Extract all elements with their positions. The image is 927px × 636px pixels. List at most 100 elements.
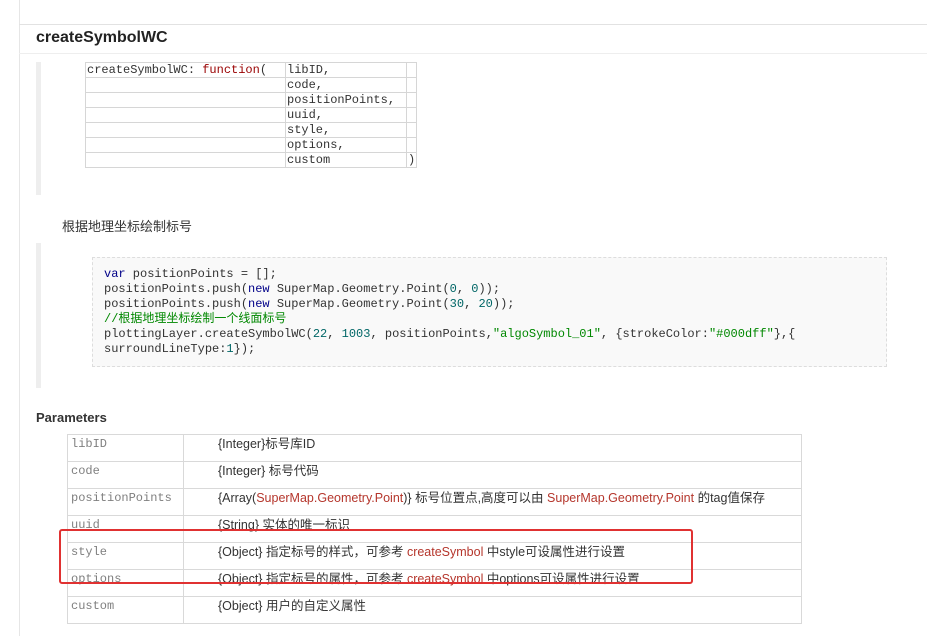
- code-token: ));: [492, 297, 515, 311]
- parameters-table: libID {Integer}标号库ID code {Integer} 标号代码 pos…: [67, 434, 802, 624]
- parameter-name: libID: [67, 434, 184, 462]
- code-token: , {strokeColor:: [600, 327, 709, 341]
- description-text: {Integer} 标号代码: [218, 464, 319, 478]
- method-title: createSymbolWC: [36, 29, 168, 46]
- code-line: surroundLineType:1});: [104, 342, 875, 357]
- signature-cell: [85, 122, 286, 138]
- signature-param: code,: [285, 77, 407, 93]
- signature-paren-close: ): [408, 153, 416, 167]
- code-token: 22: [312, 327, 328, 341]
- example-quote-bar: [36, 243, 41, 388]
- code-line: positionPoints.push(new SuperMap.Geometr…: [104, 297, 875, 312]
- parameter-row: custom {Object} 用户的自定义属性: [67, 596, 802, 624]
- signature-quote-bar: [36, 62, 41, 195]
- code-line: //根据地理坐标绘制一个线面标号: [104, 312, 875, 327]
- parameter-description: {Integer} 标号代码: [183, 461, 802, 489]
- signature-param: options,: [285, 137, 407, 153]
- parameter-name: code: [67, 461, 184, 489]
- code-token: 1003: [341, 327, 371, 341]
- code-token: });: [233, 342, 256, 356]
- signature-cell: [85, 77, 286, 93]
- description-text: 的tag值保存: [694, 491, 765, 505]
- description-text: {Object} 指定标号的属性，可参考: [218, 572, 407, 586]
- signature-row: uuid,: [85, 107, 418, 123]
- code-token: ));: [478, 282, 501, 296]
- code-token: positionPoints.push(: [104, 297, 249, 311]
- code-token: , positionPoints,: [370, 327, 493, 341]
- code-token: positionPoints.push(: [104, 282, 249, 296]
- signature-cell: [85, 107, 286, 123]
- parameter-name: options: [67, 569, 184, 597]
- signature-row: options,: [85, 137, 418, 153]
- signature-method-name: createSymbolWC:: [87, 63, 203, 77]
- code-example-block: var positionPoints = []; positionPoints.p…: [92, 257, 887, 367]
- description-text: 中options可设属性进行设置: [483, 572, 640, 586]
- code-token: positionPoints = [];: [125, 267, 277, 281]
- signature-cell: createSymbolWC: function(: [85, 62, 286, 78]
- type-link[interactable]: createSymbol: [407, 572, 483, 586]
- type-link[interactable]: createSymbol: [407, 545, 483, 559]
- parameter-description: {String} 实体的唯一标识: [183, 515, 802, 543]
- signature-cell: [85, 92, 286, 108]
- signature-cell: [405, 122, 418, 138]
- parameter-description: {Object} 用户的自定义属性: [183, 596, 802, 624]
- code-token: 20: [478, 297, 493, 311]
- code-token: new: [248, 282, 270, 296]
- parameter-row: options {Object} 指定标号的属性，可参考 createSymbol…: [67, 569, 802, 597]
- signature-row: createSymbolWC: function(libID,: [85, 62, 418, 78]
- code-token: var: [104, 267, 126, 281]
- signature-param: style,: [285, 122, 407, 138]
- signature-cell: [405, 77, 418, 93]
- signature-cell: [405, 107, 418, 123]
- parameter-row: positionPoints {Array(SuperMap.Geometry.P…: [67, 488, 802, 516]
- content-left-border: [19, 0, 20, 636]
- description-text: {Integer}标号库ID: [218, 437, 316, 451]
- code-token: "#000dff": [708, 327, 774, 341]
- signature-paren-open: (: [259, 63, 268, 77]
- signature-cell: [85, 152, 286, 168]
- parameter-name: custom: [67, 596, 184, 624]
- signature-param: uuid,: [285, 107, 407, 123]
- signature-keyword: function: [202, 63, 260, 77]
- type-link[interactable]: SuperMap.Geometry.Point: [256, 491, 403, 505]
- signature-table: createSymbolWC: function(libID, code, posi…: [85, 62, 418, 168]
- code-token: 0: [449, 282, 457, 296]
- signature-row: positionPoints,: [85, 92, 418, 108]
- description-text: )} 标号位置点,高度可以由: [403, 491, 548, 505]
- description-text: {Object} 用户的自定义属性: [218, 599, 366, 613]
- parameter-description: {Integer}标号库ID: [183, 434, 802, 462]
- code-token: SuperMap.Geometry.Point(: [269, 297, 450, 311]
- method-description: 根据地理坐标绘制标号: [62, 219, 193, 234]
- code-token: 1: [226, 342, 234, 356]
- parameter-name: positionPoints: [67, 488, 184, 516]
- signature-param: custom: [285, 152, 407, 168]
- description-text: {Array(: [218, 491, 257, 505]
- code-token: surroundLineType:: [104, 342, 227, 356]
- signature-row: custom): [85, 152, 418, 168]
- parameter-row: style {Object} 指定标号的样式，可参考 createSymbol 中…: [67, 542, 802, 570]
- signature-param: libID,: [285, 62, 407, 78]
- signature-cell: [85, 137, 286, 153]
- code-token: ,: [464, 297, 479, 311]
- code-token: //根据地理坐标绘制一个线面标号: [104, 312, 287, 326]
- parameter-description: {Array(SuperMap.Geometry.Point)} 标号位置点,高…: [183, 488, 802, 516]
- parameter-name: style: [67, 542, 184, 570]
- parameter-name: uuid: [67, 515, 184, 543]
- signature-row: code,: [85, 77, 418, 93]
- signature-cell: ): [405, 152, 418, 168]
- parameters-heading: Parameters: [36, 410, 107, 425]
- signature-cell: [405, 62, 418, 78]
- code-token: 30: [449, 297, 465, 311]
- code-line: positionPoints.push(new SuperMap.Geometr…: [104, 282, 875, 297]
- code-line: plottingLayer.createSymbolWC(22, 1003, p…: [104, 327, 875, 342]
- code-token: new: [248, 297, 270, 311]
- parameter-description: {Object} 指定标号的属性，可参考 createSymbol 中optio…: [183, 569, 802, 597]
- code-line: var positionPoints = [];: [104, 267, 875, 282]
- parameter-row: libID {Integer}标号库ID: [67, 434, 802, 462]
- code-token: ,: [456, 282, 472, 296]
- code-token: SuperMap.Geometry.Point(: [269, 282, 450, 296]
- type-link[interactable]: SuperMap.Geometry.Point: [547, 491, 694, 505]
- description-text: 中style可设属性进行设置: [483, 545, 626, 559]
- description-text: {Object} 指定标号的样式，可参考: [218, 545, 407, 559]
- parameter-row: code {Integer} 标号代码: [67, 461, 802, 489]
